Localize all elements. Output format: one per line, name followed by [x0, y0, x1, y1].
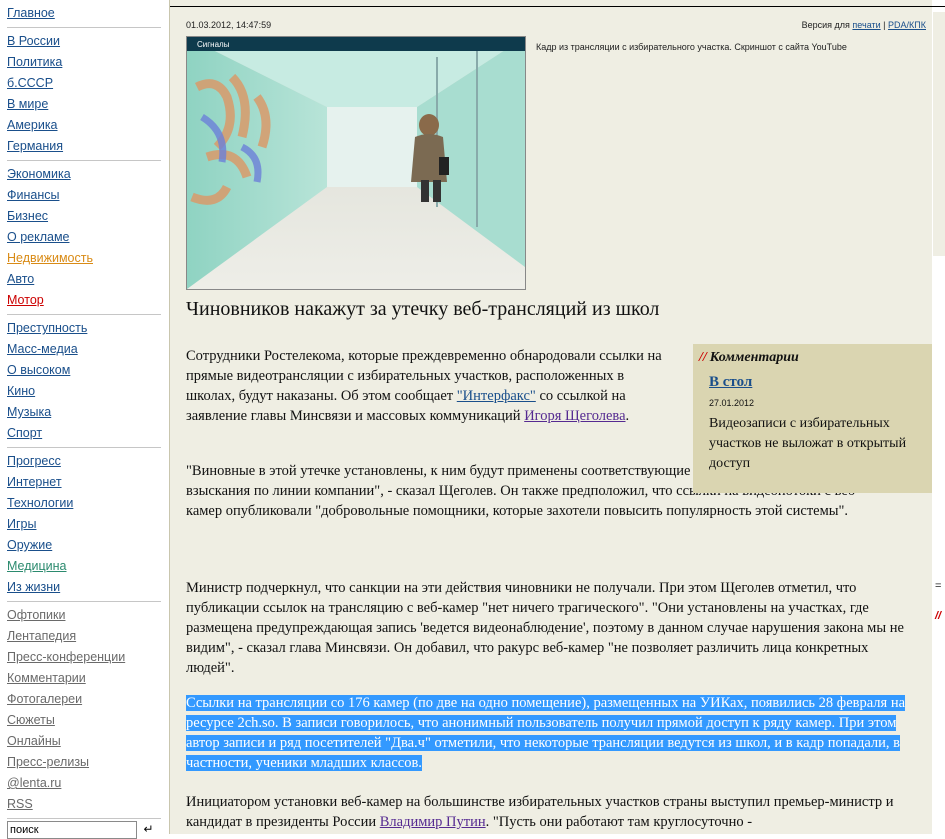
- shchegolev-link[interactable]: Игоря Щеголева: [524, 408, 625, 424]
- nav-link[interactable]: Америка: [7, 115, 161, 136]
- nav-link[interactable]: Мотор: [7, 290, 161, 311]
- nav-link[interactable]: Масс-медиа: [7, 339, 161, 360]
- nav-group: Экономика Финансы Бизнес О рекламе Недвижимо…: [7, 161, 161, 315]
- nav-link[interactable]: О рекламе: [7, 227, 161, 248]
- nav-link[interactable]: Музыка: [7, 402, 161, 423]
- nav-link[interactable]: В России: [7, 31, 161, 52]
- nav-group: В России Политика б.СССР В мире Америка Герма…: [7, 28, 161, 161]
- p5-text-end: . "Пусть они работают там круглосуточно …: [485, 814, 753, 830]
- photo-caption: Кадр из трансляции с избирательного учас…: [536, 42, 847, 52]
- nav-link[interactable]: Фотогалереи: [7, 689, 161, 710]
- comment-summary: Видеозаписи с избирательных участков не …: [709, 416, 907, 471]
- comments-heading-text: Комментарии: [709, 350, 799, 365]
- nav-link[interactable]: Комментарии: [7, 668, 161, 689]
- nav-link[interactable]: б.СССР: [7, 73, 161, 94]
- right-top-rule: [932, 6, 945, 7]
- version-prefix: Версия для: [801, 20, 850, 30]
- nav-link[interactable]: Бизнес: [7, 206, 161, 227]
- comments-slash-icon: //: [699, 350, 707, 365]
- right-slash-icon: //: [935, 610, 942, 622]
- version-links: Версия для печати | PDA/КПК: [802, 20, 926, 30]
- top-rule: [170, 6, 932, 7]
- nav-group: Офтопики Лентапедия Пресс-конференции Комме…: [7, 602, 161, 819]
- nav-link[interactable]: Онлайны: [7, 731, 161, 752]
- comments-box: //Комментарии В стол 27.01.2012 Видеозап…: [693, 344, 932, 493]
- nav-link[interactable]: Пресс-релизы: [7, 752, 161, 773]
- nav-link[interactable]: В мире: [7, 94, 161, 115]
- nav-link[interactable]: Германия: [7, 136, 161, 157]
- nav-link[interactable]: Главное: [7, 3, 161, 24]
- nav-link[interactable]: Спорт: [7, 423, 161, 444]
- article-paragraph-5: Инициатором установки веб-камер на больш…: [186, 792, 906, 832]
- nav-link[interactable]: Финансы: [7, 185, 161, 206]
- nav-link[interactable]: Кино: [7, 381, 161, 402]
- nav-link[interactable]: Авто: [7, 269, 161, 290]
- nav-link[interactable]: Пресс-конференции: [7, 647, 161, 668]
- article-photo[interactable]: Сигналы: [186, 36, 526, 290]
- comment-link[interactable]: В стол: [709, 374, 752, 391]
- nav-group: Главное: [7, 0, 161, 28]
- nav-link[interactable]: Сюжеты: [7, 710, 161, 731]
- nav-group: Преступность Масс-медиа О высоком Кино Музык…: [7, 315, 161, 448]
- nav-link[interactable]: Интернет: [7, 472, 161, 493]
- nav-link[interactable]: О высоком: [7, 360, 161, 381]
- article-paragraph-3: Министр подчеркнул, что санкции на эти д…: [186, 580, 904, 676]
- nav-link[interactable]: RSS: [7, 794, 161, 815]
- nav-link[interactable]: Преступность: [7, 318, 161, 339]
- pda-version-link[interactable]: PDA/КПК: [888, 20, 926, 30]
- photo-overlay-text: Сигналы: [197, 40, 230, 49]
- article-paragraph-4: Ссылки на трансляции со 176 камер (по дв…: [186, 693, 906, 773]
- nav-link[interactable]: Медицина: [7, 556, 161, 577]
- nav-link[interactable]: Из жизни: [7, 577, 161, 598]
- article-datetime: 01.03.2012, 14:47:59: [186, 20, 272, 30]
- nav-link[interactable]: Недвижимость: [7, 248, 161, 269]
- right-side-box: [933, 12, 945, 256]
- photo-image: Сигналы: [187, 37, 525, 289]
- search-row: ↵: [7, 820, 154, 839]
- nav-group: Прогресс Интернет Технологии Игры Оружие Меди…: [7, 448, 161, 602]
- interfax-link[interactable]: "Интерфакс": [457, 388, 536, 404]
- nav-link[interactable]: Оружие: [7, 535, 161, 556]
- nav-link[interactable]: Экономика: [7, 164, 161, 185]
- right-strip: = //: [932, 0, 945, 834]
- nav-link[interactable]: Игры: [7, 514, 161, 535]
- nav-groups: Главное В России Политика б.СССР В мире Амери…: [0, 0, 169, 819]
- article-area: 01.03.2012, 14:47:59 Версия для печати |…: [169, 0, 932, 834]
- article-paragraph-1: Сотрудники Ростелекома, которые преждевр…: [186, 346, 676, 426]
- comment-date: 27.01.2012: [709, 398, 755, 408]
- nav-link[interactable]: Офтопики: [7, 605, 161, 626]
- putin-link[interactable]: Владимир Путин: [380, 814, 486, 830]
- sidebar-nav: Главное В России Политика б.СССР В мире Амери…: [0, 0, 169, 839]
- selected-text: Ссылки на трансляции со 176 камер (по дв…: [186, 695, 906, 771]
- article-headline: Чиновников накажут за утечку веб-трансля…: [186, 298, 660, 320]
- nav-link[interactable]: Политика: [7, 52, 161, 73]
- right-eq-mark: =: [935, 580, 942, 592]
- comments-heading: //Комментарии: [699, 350, 799, 366]
- nav-link[interactable]: Лентапедия: [7, 626, 161, 647]
- search-input[interactable]: [7, 821, 137, 839]
- nav-link[interactable]: Прогресс: [7, 451, 161, 472]
- nav-link[interactable]: @lenta.ru: [7, 773, 161, 794]
- print-version-link[interactable]: печати: [852, 20, 880, 30]
- p1-text-end: .: [625, 408, 630, 424]
- nav-link[interactable]: Технологии: [7, 493, 161, 514]
- version-separator: |: [883, 20, 886, 30]
